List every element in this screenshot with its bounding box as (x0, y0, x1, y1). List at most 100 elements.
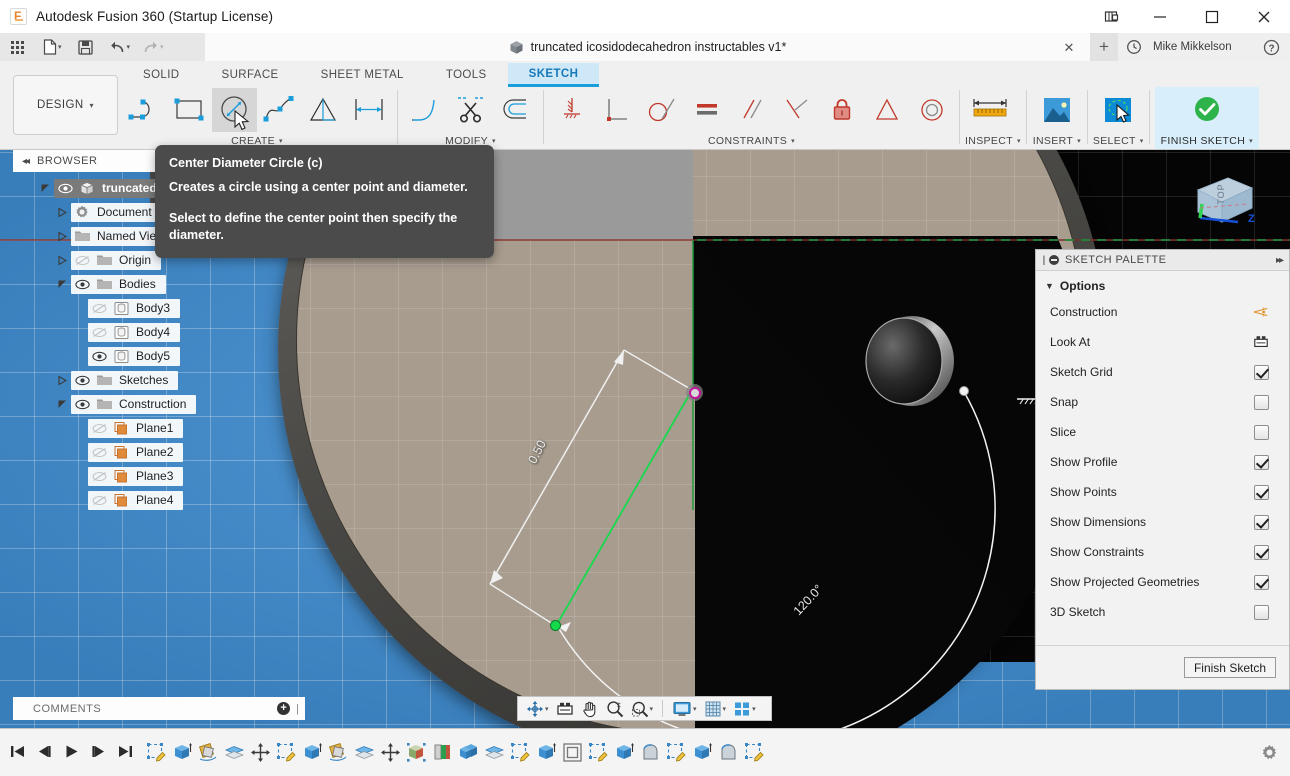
tree-row-plane3[interactable]: Plane3 (13, 464, 305, 488)
undo-caret-icon[interactable]: ▾ (127, 43, 131, 51)
extrude-feature-icon[interactable] (299, 737, 325, 767)
sketch-feature-icon[interactable] (143, 737, 169, 767)
tab-surface[interactable]: SURFACE (201, 63, 300, 87)
look-at-icon[interactable] (553, 698, 577, 719)
tree-row-plane4[interactable]: Plane4 (13, 488, 305, 512)
sketch-feature-icon[interactable] (663, 737, 689, 767)
file-icon[interactable]: ▾ (39, 34, 66, 60)
tab-sketch[interactable]: SKETCH (508, 63, 600, 87)
fillet-tool-icon[interactable] (403, 88, 448, 132)
visibility-eye-icon[interactable] (88, 351, 110, 362)
workspace-switcher-button[interactable]: DESIGN ▾ (13, 75, 118, 135)
tree-row-body5[interactable]: Body5 (13, 344, 305, 368)
palette-row-show-projected-geometries[interactable]: Show Projected Geometries (1036, 567, 1289, 597)
combine-feature-icon[interactable] (455, 737, 481, 767)
step-forward-icon[interactable] (86, 738, 111, 765)
sketch-feature-icon[interactable] (507, 737, 533, 767)
slice-checkbox[interactable] (1254, 425, 1269, 440)
tab-sheet-metal[interactable]: SHEET METAL (300, 63, 425, 87)
palette-minimize-icon[interactable] (1049, 255, 1059, 265)
ribbon-group-constraints-label[interactable]: CONSTRAINTS ▾ (549, 133, 954, 149)
palette-row-show-constraints[interactable]: Show Constraints (1036, 537, 1289, 567)
offset-tool-icon[interactable] (493, 88, 538, 132)
tree-row-plane2[interactable]: Plane2 (13, 440, 305, 464)
line-tool-icon[interactable] (122, 88, 167, 132)
jump-to-end-icon[interactable] (113, 738, 138, 765)
resize-grip-icon[interactable]: | (296, 703, 299, 715)
palette-row-slice[interactable]: Slice (1036, 417, 1289, 447)
look-at-icon[interactable] (1253, 334, 1269, 350)
file-caret-icon[interactable]: ▾ (58, 43, 62, 51)
visibility-eye-icon[interactable] (71, 399, 93, 410)
loft-feature-icon[interactable] (715, 737, 741, 767)
viewports-icon[interactable]: ▾ (730, 698, 759, 719)
center-diameter-circle-tool-icon[interactable] (212, 88, 257, 132)
sketch-feature-icon[interactable] (273, 737, 299, 767)
minimize-button[interactable] (1134, 0, 1186, 33)
play-icon[interactable] (59, 738, 84, 765)
show-profile-checkbox[interactable] (1254, 455, 1269, 470)
rectangle-tool-icon[interactable] (167, 88, 212, 132)
help-icon[interactable]: ? (1263, 39, 1280, 56)
fix-unfix-constraint-icon[interactable] (819, 88, 864, 132)
jump-to-beginning-icon[interactable] (5, 738, 30, 765)
add-comment-icon[interactable]: + (277, 702, 290, 715)
tab-tools[interactable]: TOOLS (425, 63, 508, 87)
tab-solid[interactable]: SOLID (122, 63, 201, 87)
snap-checkbox[interactable] (1254, 395, 1269, 410)
redo-icon[interactable]: ▾ (138, 34, 168, 60)
viewcube[interactable]: TOP Z (1172, 160, 1268, 256)
tree-row-body4[interactable]: Body4 (13, 320, 305, 344)
palette-row-construction[interactable]: Construction (1036, 297, 1289, 327)
redo-caret-icon[interactable]: ▾ (160, 43, 164, 51)
show-points-checkbox[interactable] (1254, 485, 1269, 500)
document-tab-close-icon[interactable]: ✕ (1062, 40, 1076, 54)
twisty-open-icon[interactable] (54, 280, 71, 289)
extrude-feature-icon[interactable] (169, 737, 195, 767)
construction-geometry-icon[interactable] (1253, 304, 1269, 320)
concentric-constraint-icon[interactable] (909, 88, 954, 132)
visibility-eye-off-icon[interactable] (88, 423, 110, 434)
insert-image-icon[interactable] (1032, 88, 1082, 132)
offset-plane-feature-icon[interactable] (221, 737, 247, 767)
palette-row-show-profile[interactable]: Show Profile (1036, 447, 1289, 477)
tree-row-construction[interactable]: Construction (13, 392, 305, 416)
3d-sketch-checkbox[interactable] (1254, 605, 1269, 620)
visibility-eye-icon[interactable] (71, 375, 93, 386)
visibility-eye-off-icon[interactable] (88, 495, 110, 506)
timeline-settings-gear-icon[interactable] (1260, 743, 1279, 767)
twisty-open-icon[interactable] (54, 400, 71, 409)
document-tab[interactable]: truncated icosidodecahedron instructable… (205, 33, 1090, 61)
origin-point[interactable] (686, 384, 703, 401)
twisty-open-icon[interactable] (37, 184, 54, 193)
perpendicular-constraint-icon[interactable] (594, 88, 639, 132)
revolve-feature-icon[interactable] (325, 737, 351, 767)
midpoint-constraint-icon[interactable] (864, 88, 909, 132)
collinear-constraint-icon[interactable] (774, 88, 819, 132)
close-button[interactable] (1238, 0, 1290, 33)
sketch-feature-icon[interactable] (741, 737, 767, 767)
undo-icon[interactable]: ▾ (105, 34, 135, 60)
sketch-point-white[interactable] (959, 386, 969, 396)
sketch-feature-icon[interactable] (585, 737, 611, 767)
finish-sketch-button[interactable]: Finish Sketch (1184, 657, 1276, 678)
twisty-closed-icon[interactable] (54, 208, 71, 217)
ribbon-group-select-label[interactable]: SELECT ▾ (1093, 133, 1144, 149)
shell-feature-icon[interactable] (559, 737, 585, 767)
palette-options-header[interactable]: ▼ Options (1036, 271, 1289, 295)
display-settings-caret-icon[interactable]: ▾ (693, 705, 697, 713)
sketch-point-green[interactable] (550, 620, 561, 631)
orbit-caret-icon[interactable]: ▾ (545, 705, 549, 713)
revolve-feature-icon[interactable] (195, 737, 221, 767)
extrude-feature-icon[interactable] (533, 737, 559, 767)
ribbon-group-inspect-label[interactable]: INSPECT ▾ (965, 133, 1021, 149)
palette-row-sketch-grid[interactable]: Sketch Grid (1036, 357, 1289, 387)
recent-clock-icon[interactable] (1126, 39, 1142, 55)
extrude-feature-icon[interactable] (689, 737, 715, 767)
visibility-eye-off-icon[interactable] (88, 327, 110, 338)
show-dimensions-checkbox[interactable] (1254, 515, 1269, 530)
tree-row-sketches[interactable]: Sketches (13, 368, 305, 392)
loft-feature-icon[interactable] (637, 737, 663, 767)
sketch-grid-checkbox[interactable] (1254, 365, 1269, 380)
move-feature-icon[interactable] (377, 737, 403, 767)
